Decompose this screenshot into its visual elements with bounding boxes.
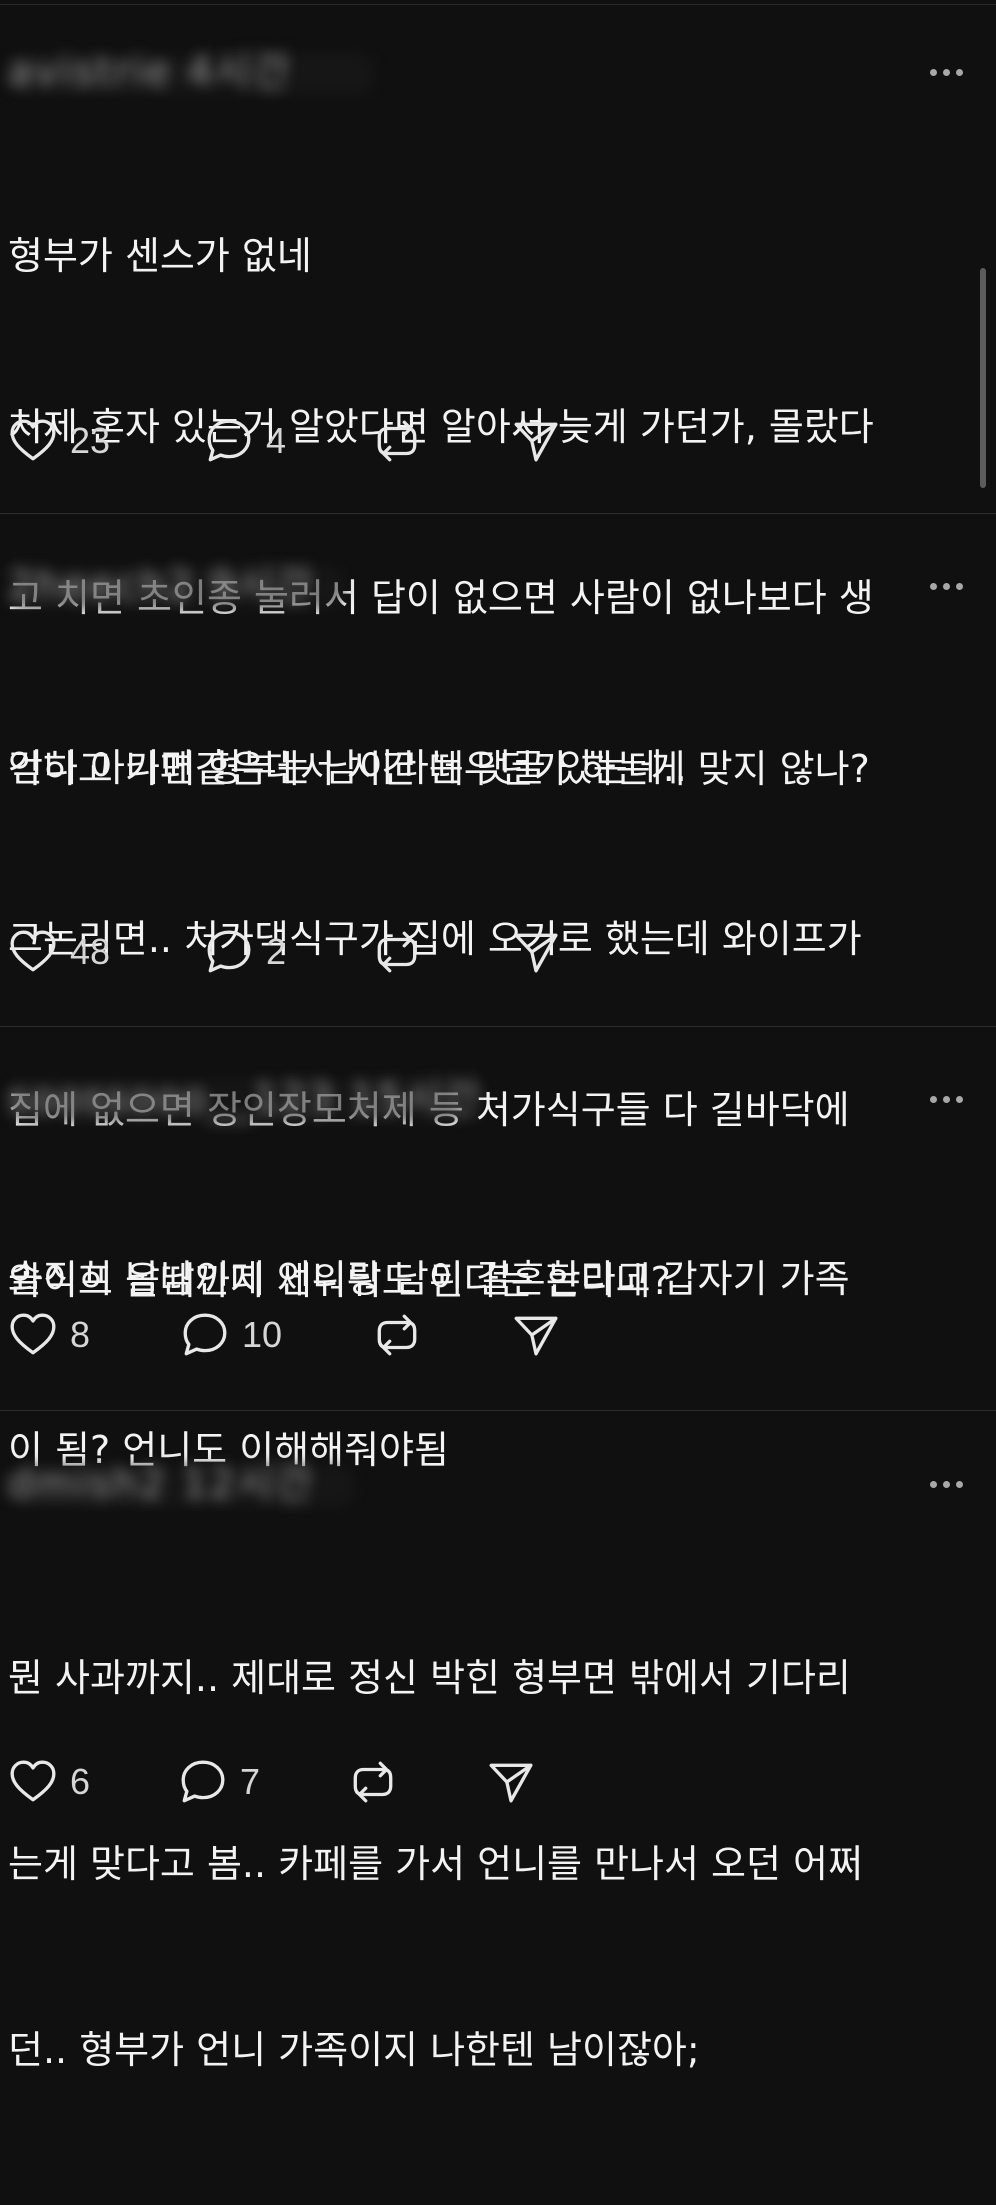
post-text-line: 언니 아니면 형부는 남이라는 댓글 있는데..	[8, 746, 687, 790]
reply-button[interactable]: 10	[180, 1307, 282, 1363]
heart-icon	[10, 930, 56, 972]
username[interactable]: avistrie 4시간	[8, 48, 292, 96]
more-options-button[interactable]	[924, 1081, 968, 1117]
post-text-line: 는게 맞다고 봄.. 카페를 가서 언니를 만나서 오던 어쩌	[8, 1842, 863, 1886]
repost-button[interactable]	[372, 413, 422, 469]
post-actions: 6 7	[8, 1754, 608, 1810]
heart-icon	[10, 1760, 56, 1802]
repost-button[interactable]	[372, 1307, 422, 1363]
more-dots-icon	[929, 1095, 937, 1103]
username[interactable]: dmish2 12시간	[8, 1460, 314, 1508]
repost-button[interactable]	[348, 1754, 398, 1810]
share-button[interactable]	[511, 1307, 561, 1363]
reply-post: 2heech2 9시간 언니 아니면 형부는 남이라는 댓글 있는데.. 그논리…	[0, 514, 996, 1303]
reply-count: 7	[240, 1761, 261, 1802]
post-actions: 8 10	[8, 1307, 608, 1363]
post-header: avistrie 4시간	[6, 42, 968, 102]
like-button[interactable]: 48	[8, 924, 110, 980]
heart-icon	[10, 1313, 56, 1355]
more-options-button[interactable]	[924, 1466, 968, 1502]
more-options-button[interactable]	[924, 568, 968, 604]
reply-button[interactable]: 7	[178, 1754, 260, 1810]
repost-icon	[377, 1314, 417, 1356]
post-actions: 48 2	[8, 924, 608, 980]
like-button[interactable]: 8	[8, 1307, 90, 1363]
more-dots-icon	[929, 582, 937, 590]
username[interactable]: 2heech2 9시간	[8, 562, 315, 610]
like-count: 48	[70, 931, 111, 972]
share-button[interactable]	[486, 1754, 536, 1810]
scrollbar[interactable]	[980, 268, 986, 488]
reply-count: 10	[242, 1314, 283, 1355]
post-header: 2heech2 9시간	[6, 556, 968, 616]
post-text-line: 던.. 형부가 언니 가족이지 나한텐 남이잖아;	[8, 2028, 700, 2072]
reply-post: soossooo__123 15시간 솔직히 남남인데 언니랑 남이 결혼한다고…	[0, 1027, 996, 1472]
comment-bubble-icon	[181, 1760, 225, 1803]
send-icon	[514, 1316, 558, 1356]
post-header: soossooo__123 15시간	[6, 1069, 968, 1129]
repost-icon	[377, 420, 417, 462]
reply-post: avistrie 4시간 형부가 센스가 없네 처제 혼자 있는거 알았다면 알…	[0, 0, 996, 791]
like-count: 6	[70, 1761, 91, 1802]
share-button[interactable]	[511, 413, 561, 469]
reply-button[interactable]: 2	[204, 924, 286, 980]
heart-icon	[10, 419, 56, 461]
post-actions: 23 4	[8, 413, 608, 469]
more-dots-icon	[929, 68, 937, 76]
reply-count: 2	[266, 931, 287, 972]
post-text-line: 뭔 사과까지.. 제대로 정신 박힌 형부면 밖에서 기다리	[8, 1656, 851, 1700]
repost-icon	[377, 931, 417, 973]
post-text-line: 형부가 센스가 없네	[8, 234, 312, 278]
send-icon	[489, 1763, 533, 1803]
post-text: 뭔 사과까지.. 제대로 정신 박힌 형부면 밖에서 기다리 는게 맞다고 봄.…	[8, 1523, 983, 2205]
like-button[interactable]: 6	[8, 1754, 90, 1810]
reply-button[interactable]: 4	[204, 413, 286, 469]
share-button[interactable]	[511, 924, 561, 980]
repost-button[interactable]	[372, 924, 422, 980]
like-count: 8	[70, 1314, 91, 1355]
comment-bubble-icon	[207, 930, 251, 973]
more-dots-icon	[929, 1480, 937, 1488]
username[interactable]: soossooo__123 15시간	[8, 1075, 482, 1123]
like-button[interactable]: 23	[8, 413, 110, 469]
reply-count: 4	[266, 420, 287, 461]
reply-post: dmish2 12시간 뭔 사과까지.. 제대로 정신 박힌 형부면 밖에서 기…	[0, 1411, 996, 2072]
post-text-line: 솔직히 남남인데 언니랑 남이 결혼한다고 갑자기 가족	[8, 1257, 850, 1301]
more-options-button[interactable]	[924, 54, 968, 90]
send-icon	[514, 422, 558, 462]
like-count: 23	[70, 420, 111, 461]
post-header: dmish2 12시간	[6, 1454, 968, 1514]
send-icon	[514, 933, 558, 973]
comment-bubble-icon	[207, 419, 251, 462]
comment-bubble-icon	[183, 1313, 227, 1356]
repost-icon	[353, 1761, 393, 1803]
